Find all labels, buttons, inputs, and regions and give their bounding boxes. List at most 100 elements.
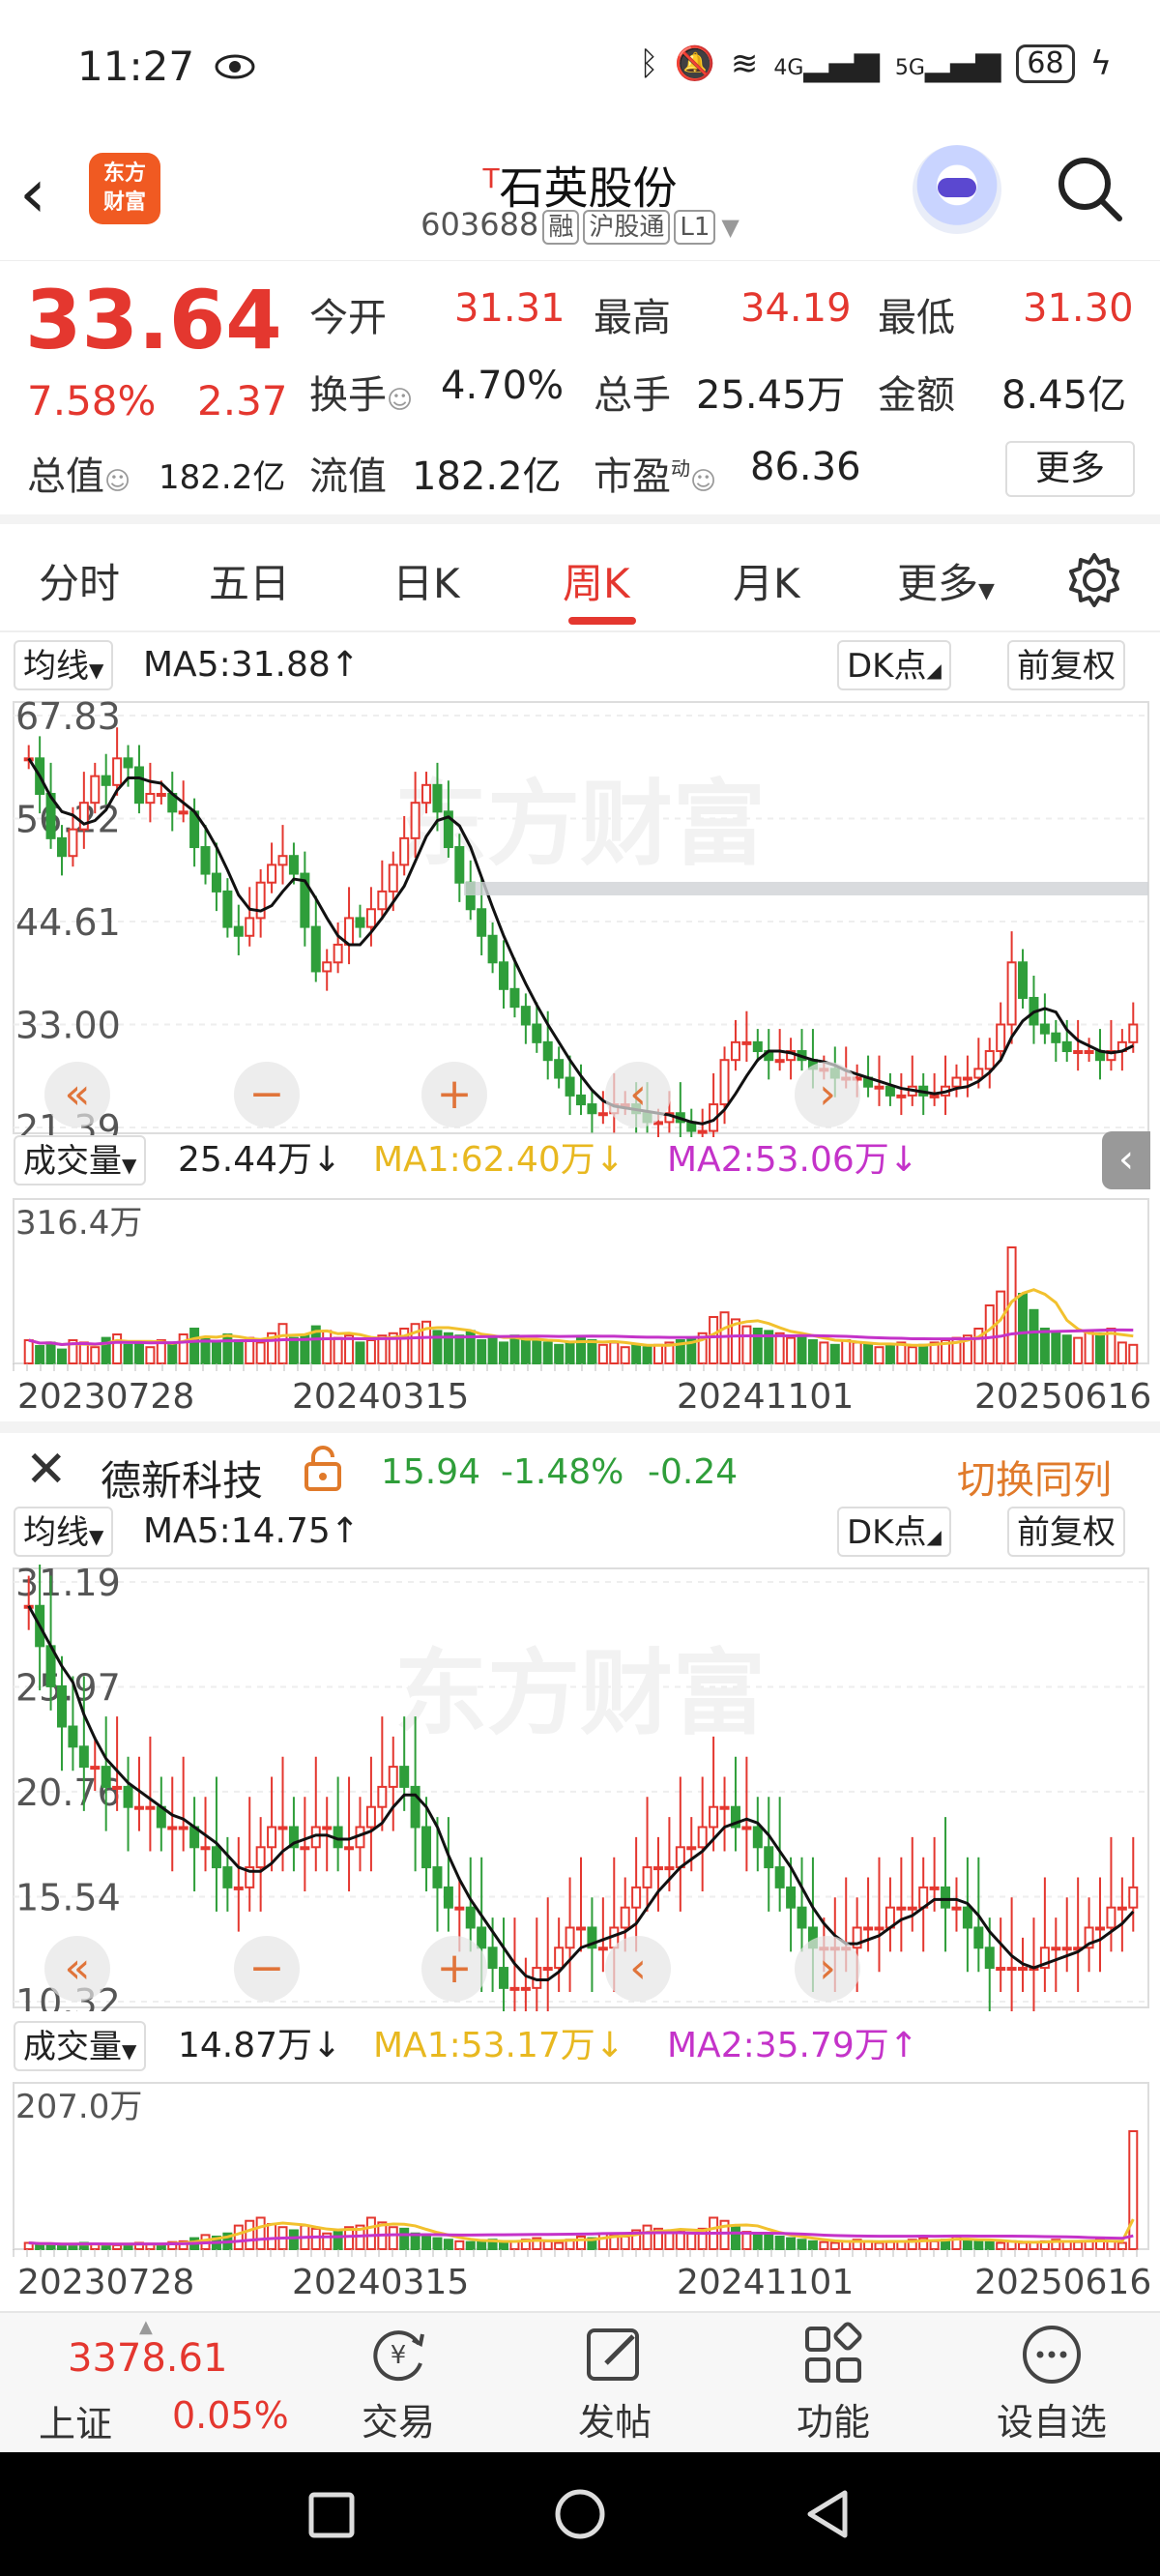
market-cap-value: 182.2亿 [159,458,286,497]
candle-body [565,1926,575,1949]
volume-bar [45,1341,56,1364]
candle-body [984,1947,995,1970]
volume-bar [1128,2130,1139,2250]
volume-bar [829,2241,840,2250]
candle-body [388,1766,398,1788]
post-button[interactable]: 发帖 [537,2321,692,2445]
candle-body [245,917,255,937]
volume-bar [112,2243,123,2251]
volume-bar [245,2219,255,2251]
volume-bar [664,2231,675,2251]
scroll-left-button-label[interactable]: « [65,1069,91,1119]
back-nav-icon[interactable] [802,2487,851,2541]
search-icon[interactable] [1054,153,1125,224]
candle-body [432,1866,443,1888]
volume-bar [487,1336,498,1365]
candle-body [465,1906,476,1929]
index-name[interactable]: 上证 [39,2394,112,2447]
signal-4g-icon: 4G▂▄▆ [773,44,880,83]
switch-compare-button[interactable]: 切换同列 [957,1449,1112,1505]
candle-body [597,1112,608,1117]
volume-bar [509,1334,520,1364]
volume-bar [310,2227,321,2250]
candle-body [631,1886,642,1909]
robot-assistant-icon[interactable] [913,145,1001,234]
candle-body [1061,1947,1072,1951]
high-value: 34.19 [740,286,852,331]
next-candle-button-label[interactable]: › [819,1944,836,1993]
close-icon[interactable]: ✕ [25,1441,68,1499]
stock-code: 603688 [420,206,539,243]
volume-bar [1018,1293,1029,1364]
index-value[interactable]: 3378.61 [68,2336,227,2381]
candle-body [863,1926,874,1931]
change-percent: 7.58% [27,377,157,424]
dropdown-icon[interactable]: ▼ [721,214,739,241]
chart1-volume[interactable]: 316.4万 20230728 20240315 20241101 20250616 [0,1195,1160,1421]
tab-more[interactable]: 更多▼ [897,551,995,610]
y-tick-label: 15.54 [15,1876,121,1918]
chart2-volume[interactable]: 207.0万 20230728 20240315 20241101 20250616 [0,2079,1160,2307]
candle-body [101,1766,111,1788]
tab-intraday[interactable]: 分时 [39,551,120,610]
candle-body [973,1068,984,1079]
chart1-kline[interactable]: 67.8356.2244.6133.0021.39东方财富«−+‹› [0,698,1160,1137]
home-icon[interactable] [553,2487,607,2541]
trade-button[interactable]: ¥ 交易 [321,2321,476,2445]
recent-apps-icon[interactable] [307,2491,356,2539]
y-tick-label: 31.19 [15,1565,121,1604]
prev-candle-button-label[interactable]: ‹ [629,1944,647,1993]
connect-tag: 沪股通 [583,210,671,245]
chart1-volume-ma2: MA2:53.06万↓ [667,1140,918,1180]
chart1-volume-select[interactable]: 成交量▼ [14,1135,147,1186]
prev-candle-button-label[interactable]: ‹ [629,1069,647,1119]
candle-body [896,1094,907,1098]
more-quote-button[interactable]: 更多 [1005,441,1135,497]
next-candle-button-label[interactable]: › [819,1069,836,1119]
compare-change: -0.24 [648,1452,739,1492]
index-expand-icon[interactable]: ▲ [139,2317,153,2337]
chart1-dk-select[interactable]: DK点◢ [837,640,951,690]
candle-body [929,1886,940,1890]
index-percent[interactable]: 0.05% [172,2394,289,2437]
volume-bar [1116,1341,1127,1364]
candle-body [145,1805,156,1810]
add-watchlist-button[interactable]: 设自选 [974,2321,1129,2445]
tab-weekly-k[interactable]: 周K [563,551,630,610]
scroll-left-button-label[interactable]: « [65,1944,91,1993]
tab-monthly-k[interactable]: 月K [733,551,800,610]
more-dots-icon [1023,2326,1081,2384]
zoom-in-button-label[interactable]: + [437,1069,473,1119]
candle-body [752,1826,763,1849]
chart1-ma-select[interactable]: 均线▼ [14,640,114,690]
volume-bar [443,2239,453,2251]
zoom-in-button-label[interactable]: + [437,1944,473,1993]
zoom-out-button-label[interactable]: − [249,1069,285,1119]
gear-icon[interactable] [1065,551,1123,609]
zoom-out-button-label[interactable]: − [249,1944,285,1993]
candle-body [1006,1967,1017,1972]
chart1-adjust-select[interactable]: 前复权 [1007,640,1125,690]
chart2-dk-select[interactable]: DK点◢ [837,1507,951,1557]
volume-bar [365,1339,376,1364]
lock-icon[interactable] [302,1445,344,1493]
candle-body [56,836,67,858]
chart2-volume-select[interactable]: 成交量▼ [14,2021,147,2071]
chart2-ma-select[interactable]: 均线▼ [14,1507,114,1557]
chart2-adjust-select[interactable]: 前复权 [1007,1507,1125,1557]
chart2-kline[interactable]: 31.1925.9720.7615.5410.32东方财富«−+‹› [0,1565,1160,2011]
volume-bar [35,1345,45,1364]
volume-bar [741,1325,752,1365]
tab-five-day[interactable]: 五日 [209,551,290,610]
candle-body [377,890,388,911]
collapse-panel-button[interactable]: ‹ [1102,1131,1150,1189]
candle-body [277,855,288,866]
function-button[interactable]: 功能 [756,2321,911,2445]
volume-bar [962,2239,972,2251]
volume-bar [884,1343,895,1365]
tab-daily-k[interactable]: 日K [392,551,460,610]
candle-body [454,846,465,884]
candle-body [477,908,487,937]
chart2-volume-row: 成交量▼ 14.87万↓ MA1:53.17万↓ MA2:35.79万↑ [0,2017,1160,2075]
x-date-label: 20241101 [677,2263,854,2302]
